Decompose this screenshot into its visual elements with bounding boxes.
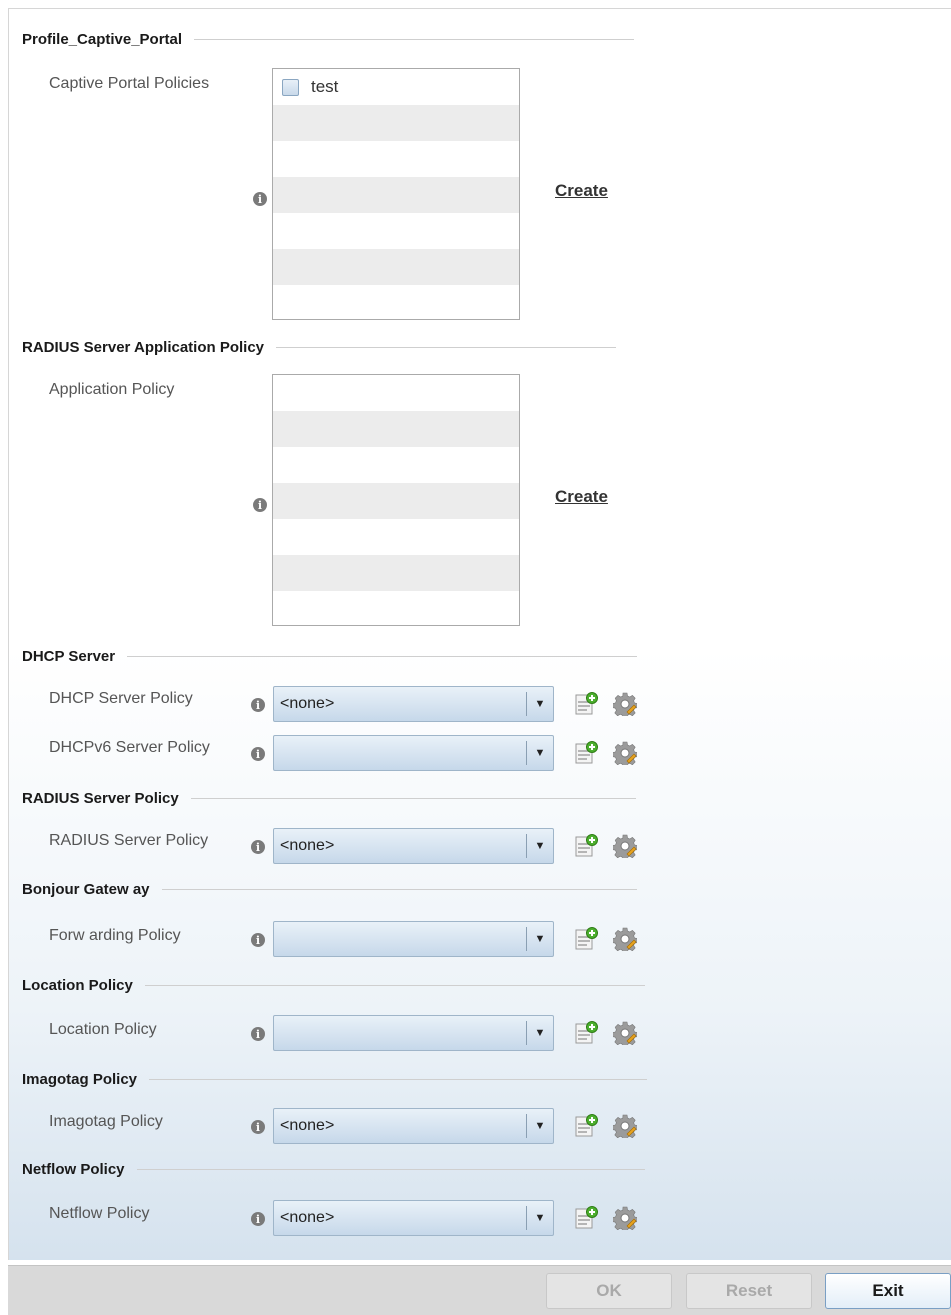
list-row-empty [273,141,519,177]
gear-icon[interactable] [612,1021,638,1048]
section-title: Netflow Policy [22,1161,125,1178]
forwarding-policy-label: Forw arding Policy [49,927,181,944]
section-netflow: Netflow Policy [22,1161,645,1178]
select-value: <none> [280,1117,335,1134]
netflow-policy-select[interactable]: <none> ▼ [273,1200,554,1236]
reset-button[interactable]: Reset [686,1273,812,1309]
chevron-down-icon[interactable]: ▼ [527,747,553,759]
divider [127,656,638,657]
gear-icon[interactable] [612,741,638,768]
select-value: <none> [280,1209,335,1226]
dhcpv6-server-policy-select[interactable]: ▼ [273,735,554,771]
list-row-empty [273,411,519,447]
divider [276,347,617,348]
radius-server-policy-label: RADIUS Server Policy [49,832,209,849]
captive-portal-policies-label: Captive Portal Policies [49,75,210,92]
list-row-empty [273,177,519,213]
section-bonjour: Bonjour Gatew ay [22,881,637,898]
chevron-down-icon[interactable]: ▼ [527,1120,553,1132]
list-row-empty [273,591,519,625]
info-icon[interactable]: i [251,1120,265,1134]
dhcpv6-server-policy-label: DHCPv6 Server Policy [49,739,210,756]
chevron-down-icon[interactable]: ▼ [527,840,553,852]
add-policy-icon[interactable] [575,692,599,716]
info-icon[interactable]: i [253,498,267,512]
list-row-empty [273,483,519,519]
add-policy-icon[interactable] [575,1021,599,1045]
captive-portal-listbox[interactable]: test [272,68,520,320]
chevron-down-icon[interactable]: ▼ [527,933,553,945]
policy-panel: Profile_Captive_Portal Captive Portal Po… [8,8,951,1260]
application-policy-listbox[interactable] [272,374,520,626]
divider [190,798,636,799]
list-row-empty [273,249,519,285]
select-value: <none> [280,695,335,712]
divider [149,1079,648,1080]
list-row-empty [273,519,519,555]
section-radius-app: RADIUS Server Application Policy [22,339,617,356]
location-policy-label: Location Policy [49,1021,157,1038]
list-row-empty [273,105,519,141]
add-policy-icon[interactable] [575,834,599,858]
list-row-empty [273,213,519,249]
create-captive-portal-link[interactable]: Create [555,181,608,201]
chevron-down-icon[interactable]: ▼ [527,698,553,710]
gear-icon[interactable] [612,1114,638,1141]
divider [194,39,635,40]
list-row-empty [273,375,519,411]
location-policy-select[interactable]: ▼ [273,1015,554,1051]
section-title: Profile_Captive_Portal [22,31,183,48]
list-item-label: test [311,77,339,96]
info-icon[interactable]: i [251,747,265,761]
exit-button[interactable]: Exit [825,1273,951,1309]
select-value: <none> [280,837,335,854]
netflow-policy-label: Netflow Policy [49,1205,150,1222]
section-title: Bonjour Gatew ay [22,881,150,898]
list-row-empty [273,285,519,319]
section-location: Location Policy [22,977,645,994]
divider [144,985,645,986]
add-policy-icon[interactable] [575,1114,599,1138]
add-policy-icon[interactable] [575,927,599,951]
chevron-down-icon[interactable]: ▼ [527,1027,553,1039]
radius-server-policy-select[interactable]: <none> ▼ [273,828,554,864]
checkbox[interactable] [282,78,299,96]
section-title: Location Policy [22,977,133,994]
info-icon[interactable]: i [253,192,267,206]
info-icon[interactable]: i [251,698,265,712]
application-policy-label: Application Policy [49,381,175,398]
section-title: DHCP Server [22,648,116,665]
gear-icon[interactable] [612,1206,638,1233]
section-captive-portal: Profile_Captive_Portal [22,31,635,48]
section-title: RADIUS Server Policy [22,790,179,807]
gear-icon[interactable] [612,927,638,954]
add-policy-icon[interactable] [575,741,599,765]
divider [161,889,637,890]
imagotag-policy-select[interactable]: <none> ▼ [273,1108,554,1144]
list-row-empty [273,447,519,483]
forwarding-policy-select[interactable]: ▼ [273,921,554,957]
create-application-policy-link[interactable]: Create [555,487,608,507]
info-icon[interactable]: i [251,1212,265,1226]
list-row-empty [273,555,519,591]
section-title: RADIUS Server Application Policy [22,339,265,356]
gear-icon[interactable] [612,834,638,861]
section-radius-server: RADIUS Server Policy [22,790,636,807]
info-icon[interactable]: i [251,1027,265,1041]
dhcp-server-policy-select[interactable]: <none> ▼ [273,686,554,722]
list-item[interactable]: test [273,69,519,105]
dhcp-server-policy-label: DHCP Server Policy [49,690,193,707]
gear-icon[interactable] [612,692,638,719]
section-dhcp: DHCP Server [22,648,638,665]
divider [136,1169,645,1170]
section-imagotag: Imagotag Policy [22,1071,648,1088]
info-icon[interactable]: i [251,933,265,947]
add-policy-icon[interactable] [575,1206,599,1230]
section-title: Imagotag Policy [22,1071,138,1088]
ok-button[interactable]: OK [546,1273,672,1309]
imagotag-policy-label: Imagotag Policy [49,1113,163,1130]
footer-bar: OK Reset Exit [8,1265,951,1315]
info-icon[interactable]: i [251,840,265,854]
chevron-down-icon[interactable]: ▼ [527,1212,553,1224]
